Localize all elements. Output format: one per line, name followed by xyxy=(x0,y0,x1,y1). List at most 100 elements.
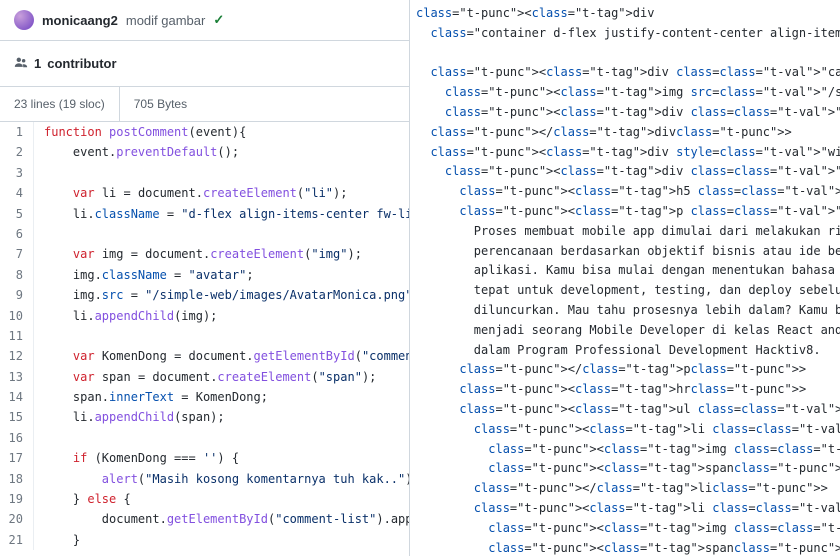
code-line[interactable]: 14 span.innerText = KomenDong; xyxy=(0,387,409,407)
code-line[interactable]: 4 var li = document.createElement("li"); xyxy=(0,183,409,203)
code-text[interactable]: span.innerText = KomenDong; xyxy=(34,387,268,407)
code-text[interactable]: event.preventDefault(); xyxy=(34,142,239,162)
code-line[interactable]: 13 var span = document.createElement("sp… xyxy=(0,367,409,387)
code-text[interactable] xyxy=(34,326,44,346)
line-number[interactable]: 1 xyxy=(0,122,34,142)
diff-right-pane[interactable]: class="t-punc"><class="t-tag">div class=… xyxy=(410,0,840,556)
code-line[interactable]: 1function postComment(event){ xyxy=(0,122,409,142)
line-number[interactable]: 11 xyxy=(0,326,34,346)
line-number[interactable]: 8 xyxy=(0,265,34,285)
code-text[interactable]: img.className = "avatar"; xyxy=(34,265,254,285)
code-line[interactable]: 5 li.className = "d-flex align-items-cen… xyxy=(0,204,409,224)
snippet-line[interactable]: class="t-punc"><class="t-tag">hrclass="t… xyxy=(416,380,834,400)
snippet-line[interactable]: class="t-punc"><class="t-tag">div xyxy=(416,4,834,24)
code-line[interactable]: 2 event.preventDefault(); xyxy=(0,142,409,162)
code-line[interactable]: 16 xyxy=(0,428,409,448)
snippet-line[interactable]: class="t-punc"><class="t-tag">img class=… xyxy=(416,519,834,539)
snippet-line[interactable]: dalam Program Professional Development H… xyxy=(416,341,834,361)
snippet-line[interactable]: class="t-punc"><class="t-tag">img class=… xyxy=(416,440,834,460)
snippet-line[interactable]: class="t-punc"></class="t-tag">pclass="t… xyxy=(416,360,834,380)
snippet-line[interactable]: class="container d-flex justify-content-… xyxy=(416,24,834,44)
snippet-line[interactable]: class="t-punc"><class="t-tag">spanclass=… xyxy=(416,459,834,479)
code-line[interactable]: 12 var KomenDong = document.getElementBy… xyxy=(0,346,409,366)
code-text[interactable] xyxy=(34,163,44,183)
code-text[interactable]: img.src = "/simple-web/images/AvatarMoni… xyxy=(34,285,409,305)
commit-author[interactable]: monicaang2 xyxy=(42,13,118,28)
line-number[interactable]: 21 xyxy=(0,530,34,550)
code-line[interactable]: 8 img.className = "avatar"; xyxy=(0,265,409,285)
snippet-line[interactable]: class="t-punc"><class="t-tag">li class=c… xyxy=(416,499,834,519)
code-text[interactable] xyxy=(34,428,44,448)
line-number[interactable]: 14 xyxy=(0,387,34,407)
commit-message[interactable]: modif gambar xyxy=(126,13,205,28)
line-number[interactable]: 7 xyxy=(0,244,34,264)
code-text[interactable]: var span = document.createElement("span"… xyxy=(34,367,376,387)
contributors-bar[interactable]: 1 contributor xyxy=(0,41,409,87)
code-line[interactable]: 3 xyxy=(0,163,409,183)
code-text[interactable] xyxy=(34,224,44,244)
snippet-line[interactable]: class="t-punc"></class="t-tag">liclass="… xyxy=(416,479,834,499)
code-line[interactable]: 20 document.getElementById("comment-list… xyxy=(0,509,409,529)
line-number[interactable]: 3 xyxy=(0,163,34,183)
code-text[interactable]: function postComment(event){ xyxy=(34,122,246,142)
line-number[interactable]: 20 xyxy=(0,509,34,529)
line-number[interactable]: 13 xyxy=(0,367,34,387)
lines-sloc: 23 lines (19 sloc) xyxy=(0,87,120,121)
code-line[interactable]: 18 alert("Masih kosong komentarnya tuh k… xyxy=(0,469,409,489)
code-line[interactable]: 6 xyxy=(0,224,409,244)
snippet-line[interactable]: class="t-punc"></class="t-tag">divclass=… xyxy=(416,123,834,143)
snippet-line[interactable]: Proses membuat mobile app dimulai dari m… xyxy=(416,222,834,242)
code-text[interactable]: li.className = "d-flex align-items-cente… xyxy=(34,204,409,224)
snippet-line[interactable]: class="t-punc"><class="t-tag">div class=… xyxy=(416,103,834,123)
snippet-line[interactable]: class="t-punc"><class="t-tag">p class=cl… xyxy=(416,202,834,222)
code-text[interactable]: document.getElementById("comment-list").… xyxy=(34,509,409,529)
snippet-line[interactable]: aplikasi. Kamu bisa mulai dengan menentu… xyxy=(416,261,834,281)
code-line[interactable]: 11 xyxy=(0,326,409,346)
snippet-line[interactable]: diluncurkan. Mau tahu prosesnya lebih da… xyxy=(416,301,834,321)
snippet-line[interactable]: class="t-punc"><class="t-tag">ul class=c… xyxy=(416,400,834,420)
line-number[interactable]: 15 xyxy=(0,407,34,427)
line-number[interactable]: 5 xyxy=(0,204,34,224)
line-number[interactable]: 9 xyxy=(0,285,34,305)
code-text[interactable]: li.appendChild(img); xyxy=(34,306,217,326)
code-view[interactable]: 1function postComment(event){2 event.pre… xyxy=(0,122,409,556)
code-line[interactable]: 7 var img = document.createElement("img"… xyxy=(0,244,409,264)
snippet-line[interactable]: perencanaan berdasarkan objektif bisnis … xyxy=(416,242,834,262)
snippet-line[interactable]: class="t-punc"><class="t-tag">div class=… xyxy=(416,63,834,83)
code-line[interactable]: 19 } else { xyxy=(0,489,409,509)
file-stats-bar: 23 lines (19 sloc) 705 Bytes xyxy=(0,87,409,122)
snippet-line[interactable]: class="t-punc"><class="t-tag">li class=c… xyxy=(416,420,834,440)
file-left-pane: monicaang2 modif gambar ✓ 1 contributor … xyxy=(0,0,410,556)
snippet-line[interactable]: class="t-punc"><class="t-tag">div style=… xyxy=(416,143,834,163)
snippet-line[interactable]: class="t-punc"><class="t-tag">h5 class=c… xyxy=(416,182,834,202)
snippet-line[interactable] xyxy=(416,44,834,64)
snippet-line[interactable]: class="t-punc"><class="t-tag">div class=… xyxy=(416,162,834,182)
code-text[interactable]: var li = document.createElement("li"); xyxy=(34,183,347,203)
code-text[interactable]: if (KomenDong === '') { xyxy=(34,448,239,468)
code-text[interactable]: } xyxy=(34,530,80,550)
code-line[interactable]: 10 li.appendChild(img); xyxy=(0,306,409,326)
author-avatar[interactable] xyxy=(14,10,34,30)
code-text[interactable]: } else { xyxy=(34,489,131,509)
line-number[interactable]: 4 xyxy=(0,183,34,203)
snippet-line[interactable]: class="t-punc"><class="t-tag">img src=cl… xyxy=(416,83,834,103)
line-number[interactable]: 6 xyxy=(0,224,34,244)
snippet-line[interactable]: tepat untuk development, testing, dan de… xyxy=(416,281,834,301)
line-number[interactable]: 12 xyxy=(0,346,34,366)
line-number[interactable]: 19 xyxy=(0,489,34,509)
code-text[interactable]: alert("Masih kosong komentarnya tuh kak.… xyxy=(34,469,409,489)
code-line[interactable]: 9 img.src = "/simple-web/images/AvatarMo… xyxy=(0,285,409,305)
code-text[interactable]: var KomenDong = document.getElementById(… xyxy=(34,346,409,366)
code-line[interactable]: 17 if (KomenDong === '') { xyxy=(0,448,409,468)
line-number[interactable]: 2 xyxy=(0,142,34,162)
line-number[interactable]: 18 xyxy=(0,469,34,489)
code-line[interactable]: 21 } xyxy=(0,530,409,550)
code-text[interactable]: li.appendChild(span); xyxy=(34,407,225,427)
line-number[interactable]: 16 xyxy=(0,428,34,448)
code-line[interactable]: 15 li.appendChild(span); xyxy=(0,407,409,427)
line-number[interactable]: 10 xyxy=(0,306,34,326)
snippet-line[interactable]: menjadi seorang Mobile Developer di kela… xyxy=(416,321,834,341)
snippet-line[interactable]: class="t-punc"><class="t-tag">spanclass=… xyxy=(416,539,834,556)
code-text[interactable]: var img = document.createElement("img"); xyxy=(34,244,362,264)
line-number[interactable]: 17 xyxy=(0,448,34,468)
